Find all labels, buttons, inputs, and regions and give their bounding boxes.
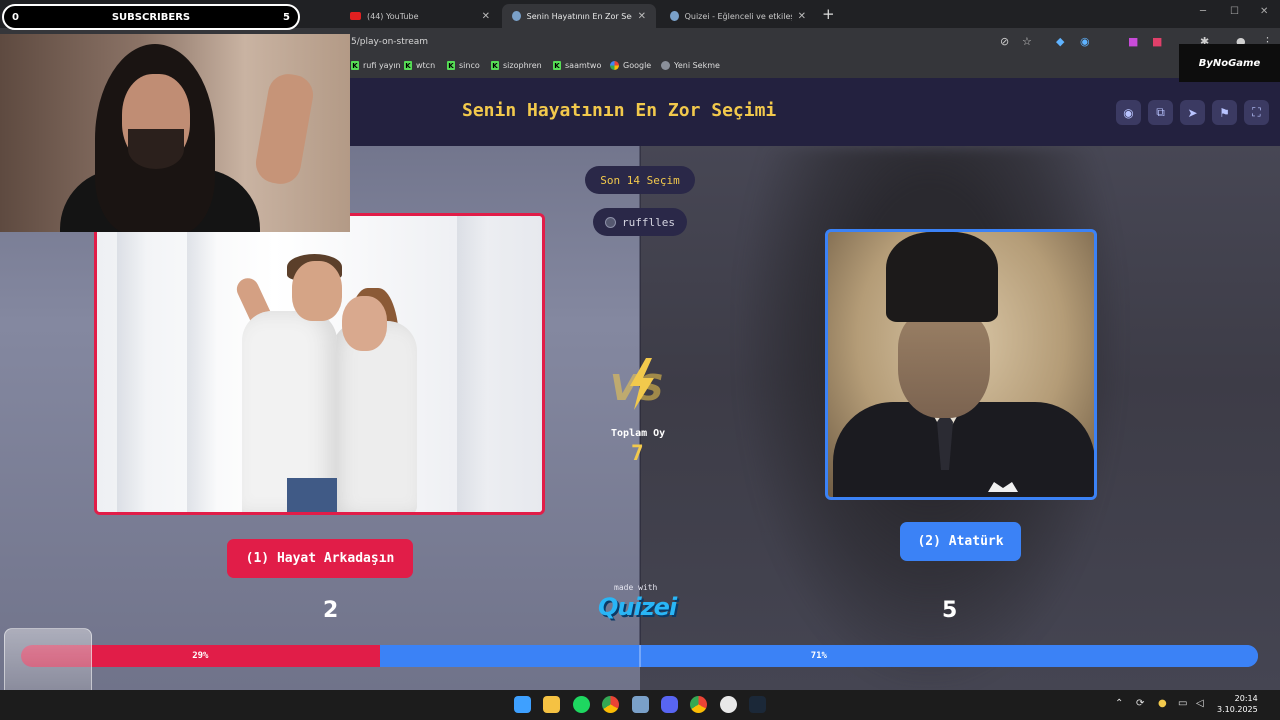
- minimize-icon[interactable]: ─: [1200, 6, 1206, 17]
- webcam-overlay: [0, 34, 350, 232]
- subscriber-counter: 0 SUBSCRIBERS 5: [2, 4, 300, 30]
- site-icon: [670, 11, 679, 21]
- bookmark-item[interactable]: Kwtcn: [404, 61, 435, 70]
- sync-icon[interactable]: ⟳: [1136, 698, 1144, 709]
- extension-icon[interactable]: ■: [1128, 35, 1138, 48]
- total-votes-label: Toplam Oy: [611, 428, 666, 439]
- option-1-votes: 2: [323, 598, 339, 623]
- volume-icon[interactable]: ◁: [1196, 698, 1204, 709]
- tab-youtube[interactable]: (44) YouTube ✕: [340, 4, 500, 28]
- history-pill[interactable]: Son 14 Seçim: [585, 166, 695, 194]
- microphone-icon[interactable]: ●: [1158, 698, 1167, 709]
- clock-time: 20:14: [1234, 694, 1258, 703]
- site-icon: [512, 11, 521, 21]
- extension-icon[interactable]: ■: [1152, 35, 1162, 48]
- tab-label: (44) YouTube: [367, 11, 419, 21]
- bookmark-item[interactable]: Ksaamtwo: [553, 61, 601, 70]
- bookmark-label: wtcn: [416, 61, 436, 70]
- fullscreen-icon[interactable]: ⛶: [1244, 100, 1269, 125]
- made-with-label: made with: [614, 583, 658, 592]
- option-1-percent: 29%: [192, 651, 209, 661]
- discord-icon[interactable]: [661, 696, 678, 713]
- option-2-progress: 71%: [379, 645, 1258, 667]
- kick-icon: K: [553, 61, 561, 70]
- chrome-icon[interactable]: [690, 696, 707, 713]
- total-votes-value: 7: [631, 441, 644, 465]
- couple-photo: [97, 216, 542, 512]
- chrome-icon[interactable]: [602, 696, 619, 713]
- tab-label: Quizei - Eğlenceli ve etkileşimli: [684, 11, 792, 21]
- close-window-icon[interactable]: ✕: [1260, 6, 1268, 17]
- close-icon[interactable]: ✕: [638, 11, 646, 22]
- user-pill[interactable]: rufflles: [593, 208, 687, 236]
- kick-icon: K: [491, 61, 499, 70]
- spotify-icon[interactable]: [573, 696, 590, 713]
- eye-off-icon[interactable]: ⊘: [1000, 35, 1009, 48]
- globe-icon: [661, 61, 670, 70]
- close-icon[interactable]: ✕: [482, 11, 490, 22]
- bookmark-label: Yeni Sekme: [674, 61, 720, 70]
- page-title: Senin Hayatının En Zor Seçimi: [462, 100, 777, 121]
- new-tab-button[interactable]: +: [822, 5, 835, 23]
- option-2-button[interactable]: (2) Atatürk: [900, 522, 1021, 561]
- star-icon[interactable]: ☆: [1022, 35, 1032, 48]
- bookmark-item[interactable]: Yeni Sekme: [661, 61, 720, 70]
- screen: (44) YouTube ✕ Senin Hayatının En Zor Se…: [0, 0, 1280, 720]
- network-icon[interactable]: ▭: [1178, 698, 1187, 709]
- kick-icon: K: [404, 61, 412, 70]
- bookmark-label: saamtwo: [565, 61, 602, 70]
- extension-icon[interactable]: ◆: [1056, 35, 1064, 48]
- bookmark-item[interactable]: Krufi yayın: [351, 61, 401, 70]
- option-1-card[interactable]: [94, 213, 545, 515]
- user-name: rufflles: [622, 215, 675, 229]
- quizei-logo[interactable]: Quizei: [598, 593, 677, 621]
- kick-icon: K: [447, 61, 455, 70]
- kick-icon: K: [351, 61, 359, 70]
- maximize-icon[interactable]: ☐: [1230, 6, 1239, 17]
- portrait-photo: [828, 232, 1094, 497]
- flag-icon[interactable]: ⚑: [1212, 100, 1237, 125]
- file-explorer-icon[interactable]: [543, 696, 560, 713]
- bookmark-item[interactable]: Ksinco: [447, 61, 480, 70]
- send-icon[interactable]: ➤: [1180, 100, 1205, 125]
- bookmark-item[interactable]: Google: [610, 61, 651, 70]
- bookmark-item[interactable]: Ksizophren: [491, 61, 542, 70]
- subscriber-count-goal: 5: [283, 11, 290, 23]
- option-2-card[interactable]: [825, 229, 1097, 500]
- bookmark-label: Google: [623, 61, 652, 70]
- bookmark-label: sinco: [459, 61, 480, 70]
- eye-icon[interactable]: ◉: [1116, 100, 1141, 125]
- subscriber-count-start: 0: [12, 11, 19, 23]
- vote-progress-bar: 29% 71%: [21, 645, 1258, 667]
- windows-start-icon[interactable]: [514, 696, 531, 713]
- chevron-up-icon[interactable]: ⌃: [1115, 698, 1123, 709]
- bynogame-logo: ByNoGame: [1179, 44, 1280, 82]
- tab-quiz-active[interactable]: Senin Hayatının En Zor Seçimi ✕: [502, 4, 656, 28]
- tab-label: Senin Hayatının En Zor Seçimi: [526, 11, 632, 21]
- bookmark-label: sizophren: [503, 61, 542, 70]
- extension-icon[interactable]: ◉: [1080, 35, 1090, 48]
- bookmark-label: rufi yayın: [363, 61, 401, 70]
- option-2-votes: 5: [942, 598, 958, 623]
- subscriber-label: SUBSCRIBERS: [111, 11, 191, 23]
- google-icon: [610, 61, 619, 70]
- tab-quizei[interactable]: Quizei - Eğlenceli ve etkileşimli ✕: [660, 4, 816, 28]
- share-icon[interactable]: ⧉: [1148, 100, 1173, 125]
- app-icon[interactable]: [632, 696, 649, 713]
- option-2-percent: 71%: [810, 651, 827, 661]
- user-icon: [605, 216, 616, 228]
- clock-date: 3.10.2025: [1217, 705, 1258, 714]
- progress-midline: [639, 645, 641, 667]
- steam-icon[interactable]: [749, 696, 766, 713]
- youtube-icon: [350, 12, 361, 20]
- vs-lightning-icon: VS: [610, 358, 664, 410]
- close-icon[interactable]: ✕: [798, 11, 806, 22]
- url-field[interactable]: 5/play-on-stream: [351, 37, 428, 47]
- option-1-button[interactable]: (1) Hayat Arkadaşın: [227, 539, 413, 578]
- obs-icon[interactable]: [720, 696, 737, 713]
- system-clock[interactable]: 20:14 3.10.2025: [1217, 693, 1258, 715]
